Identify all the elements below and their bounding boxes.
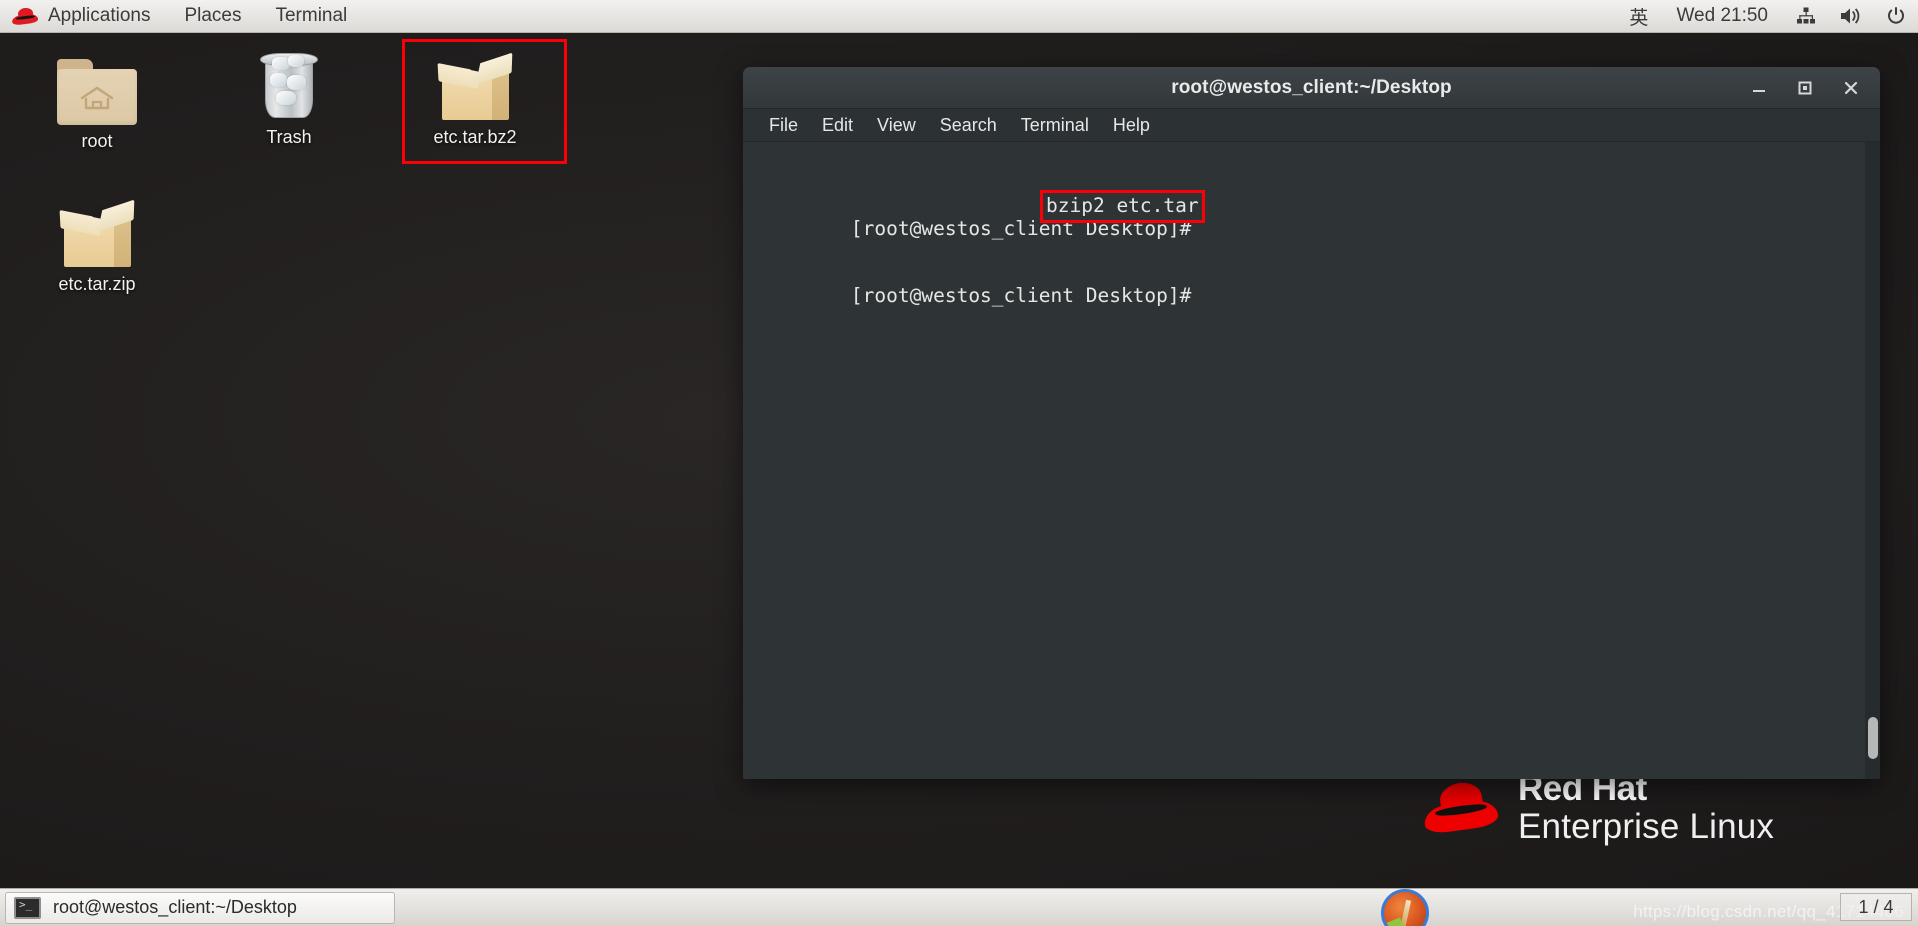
taskbar-window-button[interactable]: root@westos_client:~/Desktop: [5, 891, 395, 924]
taskbar-window-label: root@westos_client:~/Desktop: [53, 897, 297, 917]
menu-search[interactable]: Search: [928, 109, 1009, 142]
brand-line-2: Enterprise Linux: [1518, 807, 1775, 846]
places-menu[interactable]: Places: [167, 0, 258, 32]
desktop-screen: Applications Places Terminal 英 Wed 21:50: [0, 0, 1918, 926]
menu-help[interactable]: Help: [1101, 109, 1162, 142]
clock-label: Wed 21:50: [1676, 5, 1768, 26]
terminal-command-highlight: bzip2 etc.tar: [1040, 190, 1205, 223]
minimize-icon[interactable]: [1736, 67, 1782, 109]
taskbar: root@westos_client:~/Desktop https://blo…: [0, 888, 1918, 926]
desktop-icon-etc-tar-zip[interactable]: etc.tar.zip: [30, 188, 164, 296]
desktop-icon-label: etc.tar.zip: [58, 274, 136, 294]
top-bar-menus: Applications Places Terminal: [0, 0, 364, 32]
menu-terminal[interactable]: Terminal: [1009, 109, 1101, 142]
terminal-output[interactable]: [root@westos_client Desktop]# bzip2 etc.…: [743, 142, 1880, 779]
terminal-window[interactable]: root@westos_client:~/Desktop File Edit V…: [743, 67, 1880, 779]
clock[interactable]: Wed 21:50: [1660, 0, 1784, 32]
menu-help-label: Help: [1112, 114, 1150, 135]
applications-menu-label: Applications: [48, 5, 151, 26]
menu-view-label: View: [877, 114, 916, 135]
trash-can-icon: [258, 41, 320, 121]
terminal-title-bar[interactable]: root@westos_client:~/Desktop: [743, 67, 1880, 109]
terminal-title: root@westos_client:~/Desktop: [1171, 76, 1452, 98]
desktop-icon-label: etc.tar.bz2: [433, 127, 517, 147]
terminal-icon: [14, 896, 41, 919]
terminal-prompt-2: [root@westos_client Desktop]#: [850, 284, 1204, 307]
terminal-line-1: [root@westos_client Desktop]# bzip2 etc.…: [757, 190, 1880, 239]
archive-box-icon: [58, 188, 136, 268]
menu-edit-label: Edit: [822, 114, 854, 135]
terminal-line-2: [root@westos_client Desktop]#: [757, 263, 1880, 307]
close-icon[interactable]: [1828, 67, 1874, 109]
redhat-fedora-icon: [11, 6, 39, 26]
terminal-menu-label: Terminal: [275, 5, 348, 26]
terminal-scrollbar-thumb[interactable]: [1868, 717, 1878, 759]
top-bar-status-area: 英 Wed 21:50: [1617, 0, 1918, 32]
menu-search-label: Search: [939, 114, 997, 135]
network-wired-icon[interactable]: [1784, 0, 1828, 32]
terminal-menu[interactable]: Terminal: [258, 0, 364, 32]
desktop-icon-etc-tar-bz2[interactable]: etc.tar.bz2: [408, 41, 542, 149]
rhel-branding: Red Hat Enterprise Linux: [1422, 771, 1775, 846]
terminal-scrollbar[interactable]: [1865, 142, 1880, 779]
desktop-icon-label: Trash: [266, 127, 312, 147]
volume-high-icon[interactable]: [1828, 0, 1874, 32]
archive-box-icon: [436, 41, 514, 121]
desktop-icon-label: root: [81, 131, 113, 151]
gnome-top-bar: Applications Places Terminal 英 Wed 21:50: [0, 0, 1918, 33]
desktop-icon-root[interactable]: root: [30, 45, 164, 153]
workspace-switcher[interactable]: 1 / 4: [1840, 893, 1912, 921]
menu-terminal-label: Terminal: [1020, 114, 1089, 135]
files-app-icon[interactable]: [1381, 889, 1429, 926]
power-icon[interactable]: [1874, 0, 1918, 32]
input-method-label: 英: [1629, 7, 1649, 29]
terminal-menu-bar: File Edit View Search Terminal Help: [743, 109, 1880, 142]
applications-menu[interactable]: Applications: [0, 0, 167, 32]
menu-file-label: File: [769, 114, 799, 135]
redhat-fedora-icon: [1422, 779, 1500, 835]
input-method-indicator[interactable]: 英: [1617, 0, 1660, 32]
menu-edit[interactable]: Edit: [810, 109, 865, 142]
desktop-icon-trash[interactable]: Trash: [222, 41, 356, 149]
folder-home-icon: [57, 45, 137, 125]
window-controls: [1736, 67, 1874, 109]
workspace-label: 1 / 4: [1858, 896, 1894, 917]
menu-view[interactable]: View: [865, 109, 928, 142]
maximize-icon[interactable]: [1782, 67, 1828, 109]
menu-file[interactable]: File: [757, 109, 810, 142]
places-menu-label: Places: [184, 5, 242, 26]
